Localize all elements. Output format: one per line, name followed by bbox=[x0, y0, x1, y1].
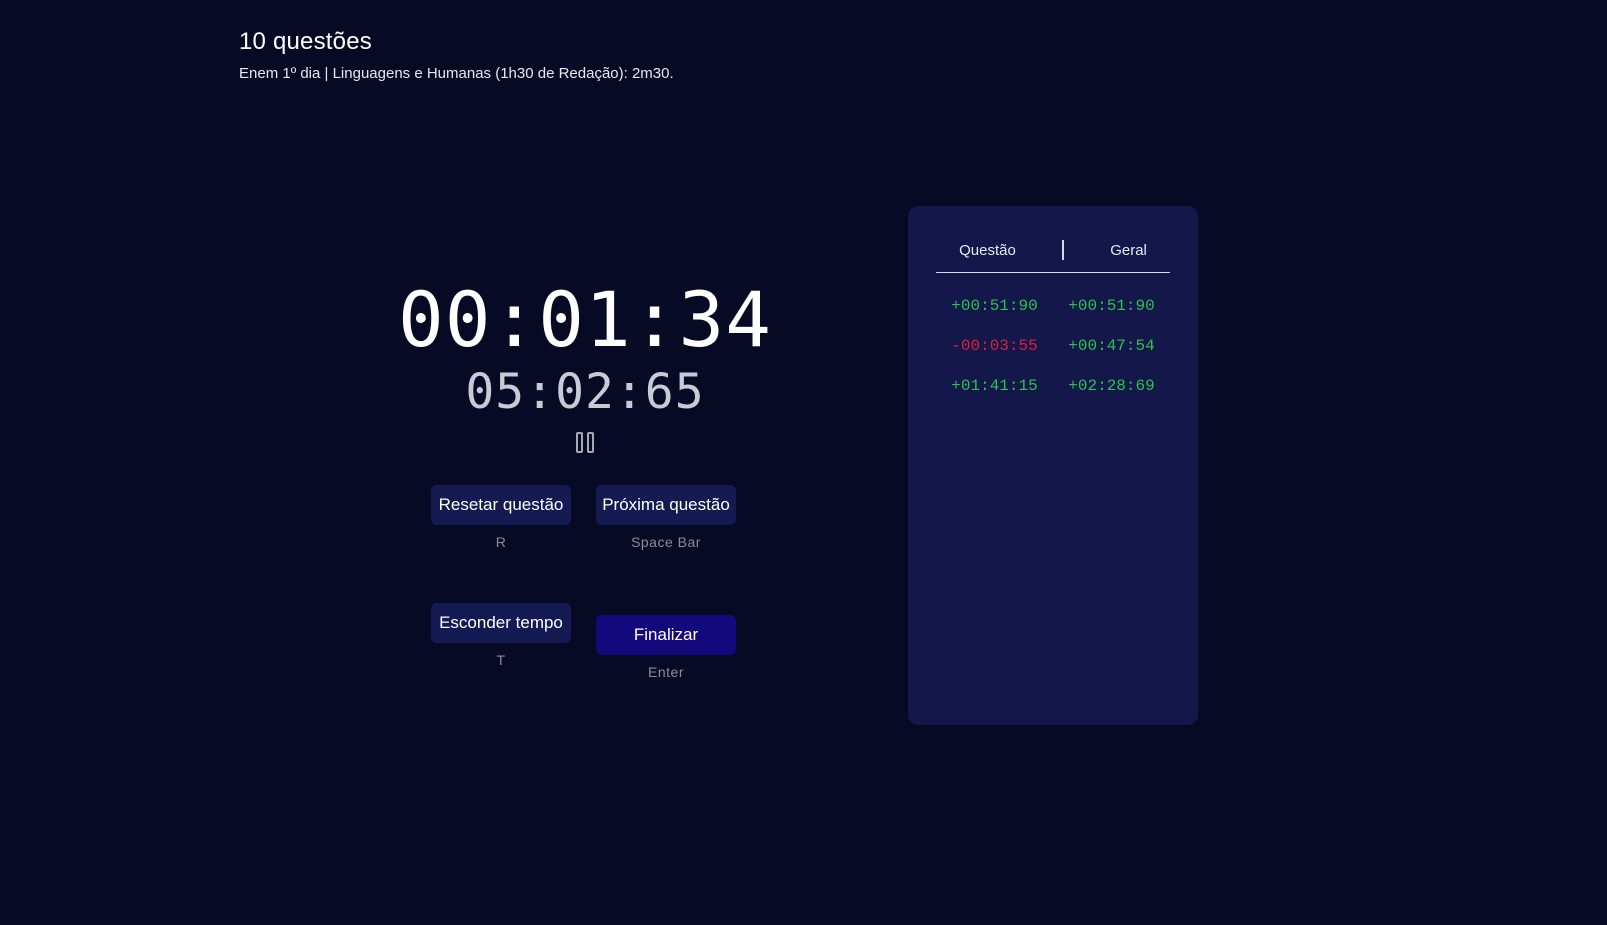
reset-question-button[interactable]: Resetar questão bbox=[431, 485, 571, 525]
lap-overall-time: +00:47:54 bbox=[1068, 337, 1155, 355]
reset-shortcut-hint: R bbox=[495, 534, 507, 550]
lap-overall-time: +02:28:69 bbox=[1068, 377, 1155, 395]
pause-button[interactable] bbox=[574, 430, 596, 455]
laps-panel: Questão Geral +00:51:90 +00:51:90 -00:03… bbox=[908, 206, 1198, 725]
next-shortcut-hint: Space Bar bbox=[631, 534, 701, 550]
finish-button[interactable]: Finalizar bbox=[596, 615, 736, 655]
total-timer: 05:02:65 bbox=[465, 364, 705, 420]
page-subtitle: Enem 1º dia | Linguagens e Humanas (1h30… bbox=[239, 65, 674, 82]
lap-overall-time: +00:51:90 bbox=[1068, 297, 1155, 315]
finish-control: Finalizar Enter bbox=[596, 615, 736, 680]
pause-icon bbox=[576, 432, 583, 453]
lap-row: +01:41:15 +02:28:69 bbox=[936, 366, 1170, 406]
next-question-button[interactable]: Próxima questão bbox=[596, 485, 736, 525]
page-title: 10 questões bbox=[239, 28, 372, 55]
timer-block: 00:01:34 05:02:65 bbox=[380, 276, 790, 458]
lap-row: +00:51:90 +00:51:90 bbox=[936, 286, 1170, 326]
hide-time-button[interactable]: Esconder tempo bbox=[431, 603, 571, 643]
lap-row: -00:03:55 +00:47:54 bbox=[936, 326, 1170, 366]
laps-header: Questão Geral bbox=[936, 228, 1170, 273]
hide-shortcut-hint: T bbox=[496, 652, 506, 668]
page: 10 questões Enem 1º dia | Linguagens e H… bbox=[0, 0, 1607, 925]
column-question[interactable]: Questão bbox=[959, 242, 1016, 259]
header: 10 questões Enem 1º dia | Linguagens e H… bbox=[239, 28, 674, 82]
lap-question-time: +01:41:15 bbox=[951, 377, 1038, 395]
pause-icon-bar bbox=[587, 432, 594, 453]
hide-control: Esconder tempo T bbox=[431, 603, 571, 668]
lap-question-time: +00:51:90 bbox=[951, 297, 1038, 315]
question-timer: 00:01:34 bbox=[397, 275, 773, 364]
lap-question-time: -00:03:55 bbox=[951, 337, 1038, 355]
laps-list: +00:51:90 +00:51:90 -00:03:55 +00:47:54 … bbox=[936, 286, 1170, 406]
column-divider bbox=[1062, 240, 1064, 260]
reset-control: Resetar questão R bbox=[431, 485, 571, 550]
column-overall[interactable]: Geral bbox=[1110, 242, 1147, 259]
next-control: Próxima questão Space Bar bbox=[596, 485, 736, 550]
finish-shortcut-hint: Enter bbox=[648, 664, 684, 680]
